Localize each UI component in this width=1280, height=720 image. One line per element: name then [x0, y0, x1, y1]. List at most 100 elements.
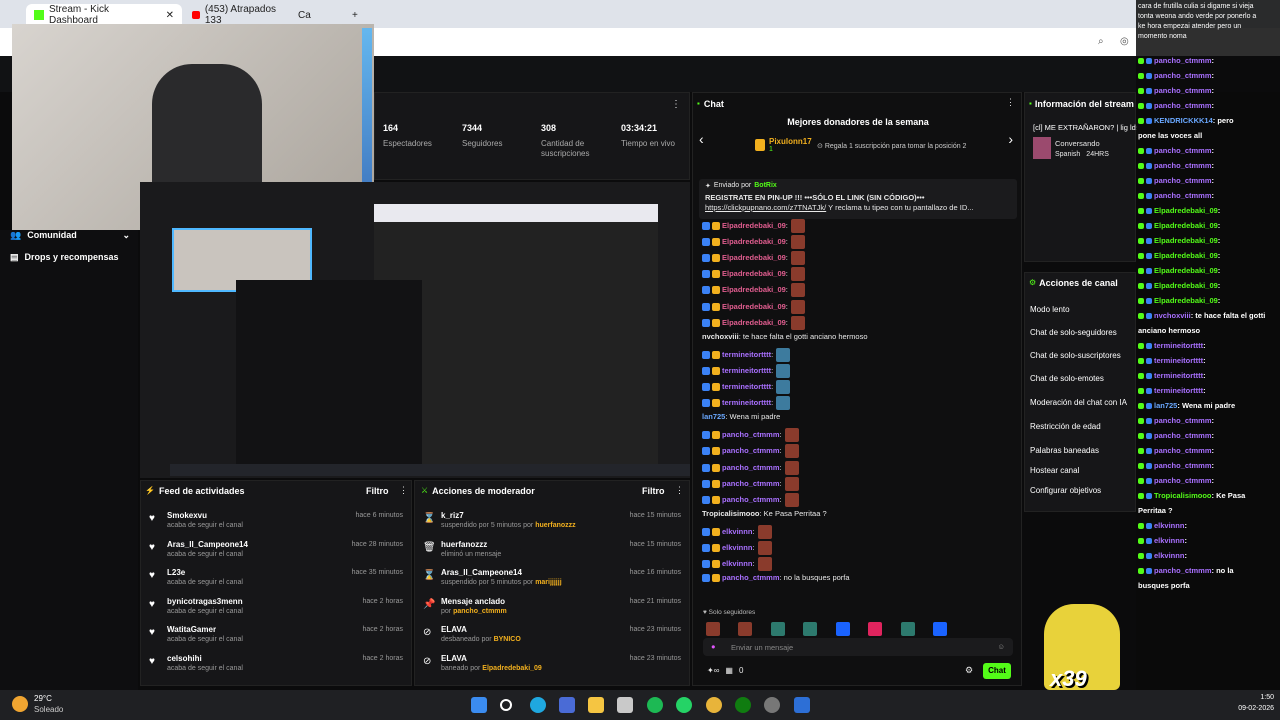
channel-action-item[interactable]: Chat de solo-suscriptores [1030, 351, 1121, 360]
pinned-link[interactable]: https://clickpupnano.com/z7TNATJk/ [705, 203, 826, 212]
activity-feed-item[interactable]: ♥ L23e acaba de seguir el canal hace 35 min… [141, 568, 411, 596]
chat-username[interactable]: nvchoxviii [702, 332, 739, 341]
feed-user[interactable]: bynicotragas3menn [167, 597, 243, 606]
mod-by[interactable]: huerfanozzz [535, 522, 575, 529]
tab-kick-dashboard[interactable]: Stream - Kick Dashboard ✕ [26, 4, 182, 26]
channel-action-item[interactable]: Chat de solo-seguidores [1030, 328, 1117, 337]
mic-icon[interactable]: ● [711, 642, 716, 651]
mod-by[interactable]: marijjjjjj [535, 579, 561, 586]
store-icon[interactable] [559, 697, 575, 713]
chat-username[interactable]: Elpadredebaki_09 [722, 318, 786, 327]
folder-icon[interactable] [588, 697, 604, 713]
mod-target[interactable]: Aras_Il_Campeone14 [441, 568, 522, 577]
chevron-right-icon[interactable]: › [1008, 131, 1013, 147]
mod-by[interactable]: BYNICO [494, 636, 521, 643]
mod-target[interactable]: ELAVA [441, 625, 467, 634]
windows-start-icon[interactable] [471, 697, 487, 713]
activity-feed-item[interactable]: ♥ Smokexvu acaba de seguir el canal hace 6 … [141, 511, 411, 539]
more-icon[interactable]: ⋮ [399, 485, 408, 496]
chat-username[interactable]: termineitortttt [722, 382, 771, 391]
sparkle-icon[interactable]: ✦∞ [707, 666, 719, 675]
chat-username[interactable]: termineitortttt [722, 398, 771, 407]
spotify-icon[interactable] [647, 697, 663, 713]
sidebar-item-drops[interactable]: ▤ Drops y recompensas [10, 252, 119, 263]
feed-user[interactable]: WatitaGamer [167, 625, 216, 634]
chat-username[interactable]: Elpadredebaki_09 [722, 253, 786, 262]
chat-username[interactable]: Elpadredebaki_09 [722, 285, 786, 294]
activity-feed-item[interactable]: ♥ celsohihi acaba de seguir el canal hace 2… [141, 654, 411, 682]
emote-icon[interactable] [933, 621, 948, 636]
more-icon[interactable]: ⋮ [671, 99, 681, 110]
channel-action-item[interactable]: Palabras baneadas [1030, 446, 1099, 455]
whatsapp-icon[interactable] [676, 697, 692, 713]
emote-icon[interactable] [706, 621, 720, 636]
feed-user[interactable]: L23e [167, 568, 185, 577]
chat-username[interactable]: lan725 [702, 412, 725, 421]
emote-icon[interactable] [803, 621, 818, 636]
sidebar-item-comunidad[interactable]: 👥 Comunidad ⌄ [10, 230, 130, 241]
channel-action-item[interactable]: Configurar objetivos [1030, 486, 1101, 495]
eye-off-icon[interactable]: ◎ [1120, 36, 1129, 47]
filter-button[interactable]: Filtro [366, 486, 389, 496]
chat-username[interactable]: Elpadredebaki_09 [722, 301, 786, 310]
mod-target[interactable]: k_riz7 [441, 511, 464, 520]
feed-user[interactable]: Smokexvu [167, 511, 207, 520]
feed-user[interactable]: celsohihi [167, 654, 202, 663]
channel-action-item[interactable]: Moderación del chat con IA [1030, 398, 1127, 407]
mod-by[interactable]: pancho_ctmmm [453, 608, 507, 615]
emote-icon[interactable] [900, 621, 915, 636]
chat-username[interactable]: Elpadredebaki_09 [722, 237, 786, 246]
tab-youtube[interactable]: (453) Atrapados 133 [184, 4, 284, 26]
chat-username[interactable]: Elpadredebaki_09 [722, 221, 786, 230]
new-tab-button[interactable]: + [344, 4, 364, 26]
channel-action-item[interactable]: Restricción de edad [1030, 422, 1101, 431]
chat-username[interactable]: pancho_ctmmm [722, 573, 780, 582]
mod-target[interactable]: Mensaje anclado [441, 597, 505, 606]
mod-action-item[interactable]: ⊘ ELAVA baneado por Elpadredebaki_09 hace 2… [415, 654, 689, 682]
notepad-icon[interactable] [794, 697, 810, 713]
chrome-icon[interactable] [706, 697, 722, 713]
chat-username[interactable]: pancho_ctmmm [722, 462, 780, 471]
emoji-icon[interactable]: ☺ [997, 642, 1005, 651]
chat-username[interactable]: Elpadredebaki_09 [722, 269, 786, 278]
activity-feed-item[interactable]: ♥ Aras_Il_Campeone14 acaba de seguir el ca… [141, 540, 411, 568]
send-chat-button[interactable]: Chat [983, 663, 1011, 679]
chevron-left-icon[interactable]: ‹ [699, 131, 704, 147]
steam-icon[interactable] [764, 697, 780, 713]
feed-user[interactable]: Aras_Il_Campeone14 [167, 540, 248, 549]
more-icon[interactable]: ⋮ [675, 485, 684, 496]
chat-username[interactable]: pancho_ctmmm [722, 430, 780, 439]
emote-icon[interactable] [738, 621, 753, 636]
edge-icon[interactable] [530, 697, 546, 713]
mod-action-item[interactable]: ⊘ ELAVA desbaneado por BYNICO hace 23 minut… [415, 625, 689, 653]
chat-username[interactable]: pancho_ctmmm [722, 495, 780, 504]
chat-input[interactable]: ● Enviar un mensaje ☺ [703, 638, 1013, 656]
chat-username[interactable]: termineitortttt [722, 366, 771, 375]
search-icon[interactable] [500, 699, 512, 711]
mod-action-item[interactable]: ⌛ Aras_Il_Campeone14 suspendido por 5 minu… [415, 568, 689, 596]
chat-username[interactable]: elkvinnn [722, 527, 752, 536]
tab-third[interactable]: Ca [290, 4, 340, 26]
activity-feed-item[interactable]: ♥ WatitaGamer acaba de seguir el canal hace… [141, 625, 411, 653]
chat-username[interactable]: elkvinnn [722, 559, 752, 568]
emote-icon[interactable] [770, 621, 785, 636]
emote-icon[interactable] [868, 621, 883, 636]
channel-action-item[interactable]: Hostear canal [1030, 466, 1079, 475]
app-icon[interactable] [617, 697, 633, 713]
channel-action-item[interactable]: Modo lento [1030, 305, 1070, 314]
emote-icon[interactable] [835, 621, 850, 636]
xbox-icon[interactable] [735, 697, 751, 713]
chat-username[interactable]: elkvinnn [722, 543, 752, 552]
settings-icon[interactable]: ⚙ [965, 665, 973, 676]
zoom-icon[interactable]: ⌕ [1098, 36, 1104, 47]
more-icon[interactable]: ⋮ [1006, 97, 1015, 108]
chat-username[interactable]: pancho_ctmmm [722, 479, 780, 488]
chat-username[interactable]: Tropicalisimooo [702, 509, 760, 518]
filter-button[interactable]: Filtro [642, 486, 665, 496]
mod-target[interactable]: ELAVA [441, 654, 467, 663]
chat-username[interactable]: termineitortttt [722, 350, 771, 359]
channel-action-item[interactable]: Chat de solo-emotes [1030, 374, 1104, 383]
emote-bar[interactable] [703, 620, 1013, 636]
close-icon[interactable]: ✕ [166, 10, 174, 21]
mod-by[interactable]: Elpadredebaki_09 [482, 665, 542, 672]
